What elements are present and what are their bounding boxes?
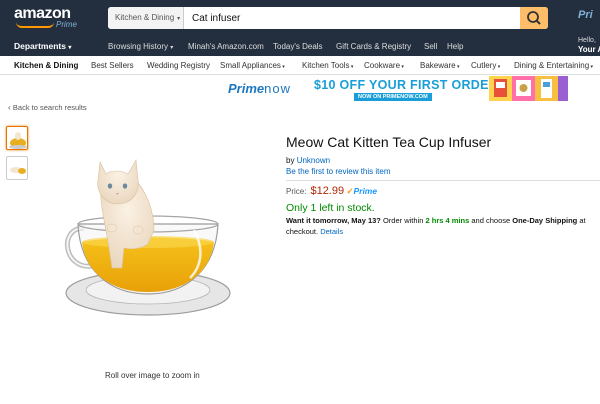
- thumbnail-image[interactable]: [6, 156, 28, 180]
- subnav-label: Dining & Entertaining: [514, 61, 590, 70]
- departments-label: Departments: [14, 41, 66, 51]
- secondary-nav-bar: Departments ▾ Browsing History ▾ Minah's…: [0, 36, 600, 56]
- category-nav: Kitchen & Dining Best Sellers Wedding Re…: [0, 56, 600, 75]
- search-input[interactable]: [188, 7, 518, 29]
- delivery-details-link[interactable]: Details: [320, 227, 343, 236]
- price-label: Price:: [286, 187, 307, 196]
- primenow-logo-prime: Prime: [228, 81, 265, 96]
- subnav-small-appliances[interactable]: Small Appliances ▾: [220, 61, 285, 70]
- product-main-image[interactable]: [64, 158, 244, 330]
- subnav-label: Bakeware: [420, 61, 456, 70]
- subnav-label: Cutlery: [471, 61, 497, 70]
- stock-status: Only 1 left in stock.: [286, 202, 375, 214]
- delivery-countdown: 2 hrs 4 mins: [425, 216, 470, 225]
- chevron-down-icon: ▾: [400, 64, 404, 70]
- primenow-promo-banner[interactable]: Primenow $10 OFF YOUR FIRST ORDER NOW ON…: [212, 76, 568, 101]
- nav-browsing-history[interactable]: Browsing History ▾: [108, 42, 173, 51]
- nav-sell[interactable]: Sell: [424, 42, 437, 51]
- delivery-date: Want it tomorrow, May 13?: [286, 216, 381, 225]
- primenow-logo-now: now: [264, 81, 291, 96]
- subnav-label: Cookware: [364, 61, 401, 70]
- product-tile-image: [558, 76, 568, 101]
- delivery-text: and choose: [471, 216, 511, 225]
- nav-my-amazon[interactable]: Minah's Amazon.com: [188, 42, 264, 51]
- back-link-label: Back to search results: [12, 103, 87, 112]
- primenow-logo: Primenow: [228, 81, 291, 96]
- search-category-dropdown[interactable]: Kitchen & Dining ▾: [108, 7, 184, 29]
- back-to-results-link[interactable]: ‹ Back to search results: [8, 103, 87, 112]
- amazon-smile-icon: [16, 22, 54, 28]
- departments-menu[interactable]: Departments ▾: [14, 41, 71, 51]
- product-tile-image: [489, 76, 512, 101]
- chevron-down-icon: ▾: [177, 16, 181, 22]
- chevron-down-icon: ▾: [349, 64, 354, 70]
- chevron-down-icon: ▾: [170, 45, 174, 51]
- nav-todays-deals[interactable]: Today's Deals: [273, 42, 323, 51]
- subnav-cutlery[interactable]: Cutlery ▾: [471, 61, 500, 70]
- product-tile-image: [535, 76, 558, 101]
- nav-gift-cards[interactable]: Gift Cards & Registry: [336, 42, 411, 51]
- subnav-kitchen-tools[interactable]: Kitchen Tools ▾: [302, 61, 353, 70]
- nav-link-label: Browsing History: [108, 42, 169, 51]
- chevron-down-icon: ▾: [68, 45, 72, 51]
- account-line: Your A: [578, 45, 600, 54]
- thumbnail-image[interactable]: [6, 126, 28, 150]
- subnav-label: Small Appliances: [220, 61, 281, 70]
- search-icon: [527, 11, 541, 25]
- subnav-wedding-registry[interactable]: Wedding Registry: [147, 61, 210, 70]
- chevron-down-icon: ▾: [280, 64, 285, 70]
- greeting-line: Hello,: [578, 37, 596, 44]
- prime-badge[interactable]: ✓Prime: [346, 186, 377, 196]
- search-button[interactable]: [520, 7, 548, 29]
- logo-prime-label: Prime: [56, 20, 77, 29]
- promo-headline: $10 OFF YOUR FIRST ORDER: [314, 78, 499, 92]
- zoom-hint: Roll over image to zoom in: [105, 371, 200, 380]
- write-review-link[interactable]: Be the first to review this item: [286, 167, 390, 176]
- subnav-cookware[interactable]: Cookware ▾: [364, 61, 404, 70]
- by-prefix: by: [286, 156, 295, 165]
- search-category-label: Kitchen & Dining: [115, 13, 175, 22]
- prime-label: Prime: [353, 186, 378, 196]
- subnav-kitchen-dining[interactable]: Kitchen & Dining: [14, 61, 78, 70]
- chevron-down-icon: ▾: [496, 64, 501, 70]
- subnav-best-sellers[interactable]: Best Sellers: [91, 61, 134, 70]
- prime-link[interactable]: Pri: [578, 9, 593, 21]
- price-value: $12.99: [310, 185, 345, 197]
- subnav-dining-entertaining[interactable]: Dining & Entertaining ▾: [514, 61, 593, 70]
- nav-help[interactable]: Help: [447, 42, 463, 51]
- brand-link[interactable]: Unknown: [297, 156, 330, 165]
- delivery-option: One-Day Shipping: [512, 216, 578, 225]
- divider: [286, 180, 600, 181]
- promo-subtext: NOW ON PRIMENOW.COM: [354, 93, 432, 101]
- chevron-down-icon: ▾: [589, 64, 594, 70]
- delivery-text: Order within: [382, 216, 424, 225]
- subnav-label: Kitchen Tools: [302, 61, 350, 70]
- search-bar: Kitchen & Dining ▾: [108, 7, 548, 29]
- byline: by Unknown: [286, 156, 330, 165]
- product-tile-image: [512, 76, 535, 101]
- product-title: Meow Cat Kitten Tea Cup Infuser: [286, 134, 492, 150]
- top-nav-bar: amazon Prime Kitchen & Dining▾ Pri: [0, 0, 600, 36]
- price-row: Price: $12.99 ✓Prime: [286, 185, 377, 197]
- account-menu[interactable]: Hello, Your A: [578, 36, 600, 55]
- delivery-message: Want it tomorrow, May 13? Order within 2…: [286, 215, 600, 237]
- subnav-bakeware[interactable]: Bakeware ▾: [420, 61, 459, 70]
- chevron-down-icon: ▾: [455, 64, 460, 70]
